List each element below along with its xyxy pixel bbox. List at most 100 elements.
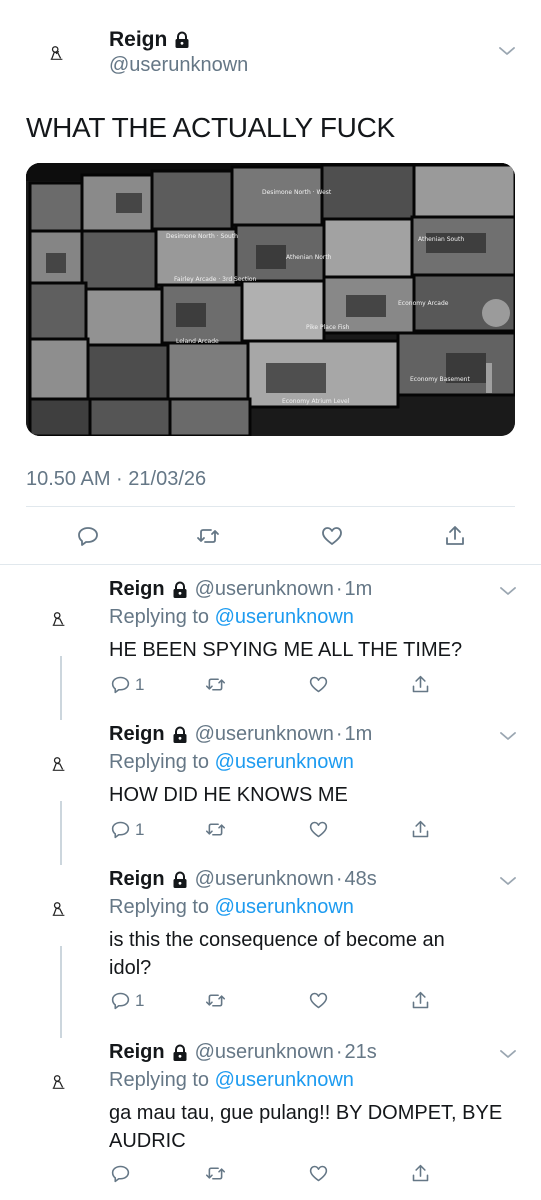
author-handle[interactable]: @userunknown <box>109 54 248 77</box>
like-button[interactable] <box>308 819 329 840</box>
author-handle[interactable]: @userunknown <box>195 578 334 601</box>
chevron-down-icon[interactable] <box>498 729 518 743</box>
chevron-down-icon[interactable] <box>498 1047 518 1061</box>
reply-icon <box>111 821 130 839</box>
reply-button[interactable]: 1 <box>110 674 144 695</box>
retweet-icon <box>205 823 226 836</box>
tweet-timestamp[interactable]: 10.50 AM · 21/03/26 <box>26 468 206 491</box>
share-icon <box>412 1164 429 1182</box>
retweet-button[interactable] <box>205 819 226 840</box>
avatar-figure-icon <box>50 46 63 60</box>
share-button[interactable] <box>410 1163 431 1184</box>
retweet-button[interactable] <box>205 674 226 695</box>
replying-to-prefix: Replying to <box>109 751 210 773</box>
heart-icon <box>309 676 328 693</box>
avatar-figure-icon <box>52 612 65 626</box>
heart-icon <box>309 1165 328 1182</box>
separator: · <box>335 723 343 745</box>
reply-text: HOW DID HE KNOWS ME <box>109 784 348 806</box>
retweet-button[interactable] <box>205 990 226 1011</box>
share-icon <box>446 526 464 545</box>
media-label: Economy Basement <box>410 376 470 383</box>
retweet-icon <box>197 529 219 543</box>
replying-to: Replying to @userunknown <box>109 751 354 774</box>
lock-icon <box>173 581 187 598</box>
reply-time[interactable]: 48s <box>345 868 377 891</box>
share-button[interactable] <box>410 990 431 1011</box>
replying-to-prefix: Replying to <box>109 1069 210 1091</box>
like-button[interactable] <box>308 674 329 695</box>
separator: · <box>335 1041 343 1063</box>
retweet-icon <box>205 678 226 691</box>
retweet-button[interactable] <box>205 1163 226 1184</box>
separator: · <box>335 868 343 890</box>
like-button[interactable] <box>308 1163 329 1184</box>
retweet-icon <box>205 994 226 1007</box>
avatar[interactable] <box>48 753 70 775</box>
reply-icon <box>111 676 130 694</box>
reply-time[interactable]: 1m <box>345 578 373 601</box>
reply-time[interactable]: 1m <box>345 723 373 746</box>
media-label: Pike Place Fish <box>306 324 350 331</box>
replying-to-mention[interactable]: @userunknown <box>215 606 354 628</box>
replying-to: Replying to @userunknown <box>109 896 354 919</box>
media-label: Desimone North · South <box>166 233 238 240</box>
reply-text: HE BEEN SPYING ME ALL THE TIME? <box>109 639 463 661</box>
replying-to: Replying to @userunknown <box>109 606 354 629</box>
author-name[interactable]: Reign <box>109 28 167 52</box>
retweet-icon <box>205 1167 226 1180</box>
divider <box>26 506 515 507</box>
author-name[interactable]: Reign <box>109 1041 165 1064</box>
reply-button[interactable]: 1 <box>110 819 144 840</box>
author-handle[interactable]: @userunknown <box>195 723 334 746</box>
share-button[interactable] <box>443 524 467 548</box>
divider <box>0 564 541 565</box>
chevron-down-icon[interactable] <box>497 44 517 58</box>
replying-to-mention[interactable]: @userunknown <box>215 1069 354 1091</box>
tweet-text: WHAT THE ACTUALLY FUCK <box>26 112 395 143</box>
lock-icon <box>173 1044 187 1061</box>
reply-button[interactable] <box>110 1163 135 1184</box>
like-button[interactable] <box>308 990 329 1011</box>
media-label: Economy Arcade <box>398 300 449 307</box>
retweet-button[interactable] <box>196 524 220 548</box>
replying-to-prefix: Replying to <box>109 896 210 918</box>
replying-to-mention[interactable]: @userunknown <box>215 896 354 918</box>
replying-to-prefix: Replying to <box>109 606 210 628</box>
replying-to-mention[interactable]: @userunknown <box>215 751 354 773</box>
tweet-media-image[interactable]: Desimone North · West Desimone North · S… <box>26 163 515 436</box>
avatar[interactable] <box>46 42 68 64</box>
author-handle[interactable]: @userunknown <box>195 868 334 891</box>
heart-icon <box>322 527 342 545</box>
lock-icon <box>173 726 187 743</box>
reply-time[interactable]: 21s <box>345 1041 377 1064</box>
share-icon <box>412 991 429 1009</box>
author-name-row[interactable]: Reign <box>109 28 191 52</box>
lock-icon <box>175 31 189 48</box>
author-name[interactable]: Reign <box>109 723 165 746</box>
reply-count: 1 <box>135 819 145 839</box>
avatar-figure-icon <box>52 1075 65 1089</box>
reply-text: is this the consequence of become an ido… <box>109 929 445 979</box>
heart-icon <box>309 821 328 838</box>
avatar[interactable] <box>48 608 70 630</box>
reply-button[interactable] <box>76 524 100 548</box>
avatar[interactable] <box>48 1071 70 1093</box>
media-label: Athenian North <box>286 254 332 261</box>
reply-button[interactable]: 1 <box>110 990 144 1011</box>
chevron-down-icon[interactable] <box>498 874 518 888</box>
like-button[interactable] <box>320 524 344 548</box>
author-name[interactable]: Reign <box>109 868 165 891</box>
author-name[interactable]: Reign <box>109 578 165 601</box>
avatar-figure-icon <box>52 757 65 771</box>
share-button[interactable] <box>410 674 431 695</box>
lock-icon <box>173 871 187 888</box>
heart-icon <box>309 992 328 1009</box>
author-handle[interactable]: @userunknown <box>195 1041 334 1064</box>
media-label: Athenian South <box>418 236 464 243</box>
avatar[interactable] <box>48 898 70 920</box>
share-button[interactable] <box>410 819 431 840</box>
chevron-down-icon[interactable] <box>498 584 518 598</box>
media-label: Economy Atrium Level <box>282 398 350 405</box>
reply-icon <box>111 1165 130 1183</box>
